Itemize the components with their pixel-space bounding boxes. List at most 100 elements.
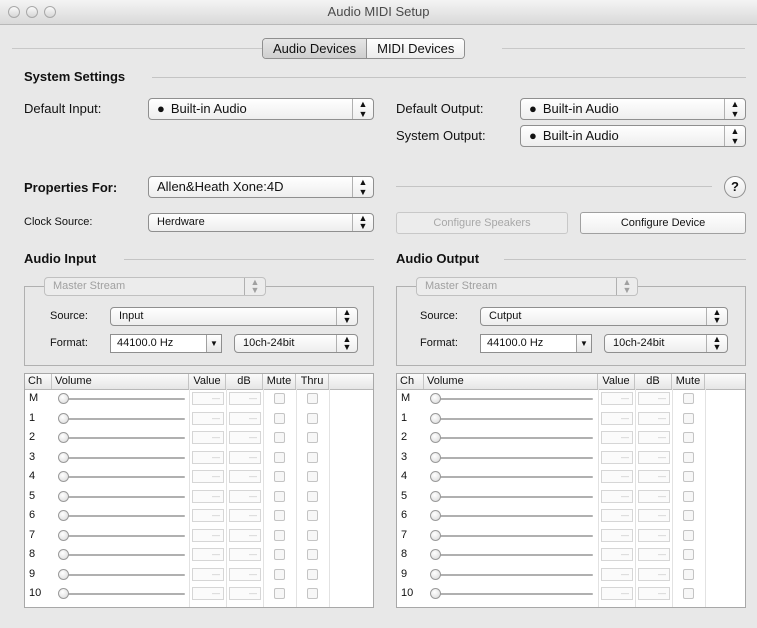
default-output-popup[interactable]: ● Built-in Audio ▲ ▼ <box>520 98 746 120</box>
tab-audio-devices[interactable]: Audio Devices <box>263 39 368 58</box>
volume-slider-track[interactable] <box>61 417 185 420</box>
volume-slider-knob[interactable] <box>58 490 69 502</box>
volume-slider-knob[interactable] <box>58 549 69 560</box>
configure-speakers-button[interactable]: Configure Speakers <box>396 212 568 234</box>
volume-slider-track[interactable] <box>433 573 593 576</box>
mute-checkbox[interactable] <box>683 529 694 541</box>
thru-checkbox[interactable] <box>307 588 318 599</box>
volume-slider-knob[interactable] <box>430 451 441 463</box>
thru-checkbox[interactable] <box>307 529 318 541</box>
output-bits-popup[interactable]: 10ch-24bit ▲ ▼ <box>604 334 728 353</box>
volume-slider-knob[interactable] <box>430 412 441 424</box>
value-field: — <box>601 411 633 425</box>
output-source-popup[interactable]: Cutput ▲ ▼ <box>480 307 728 326</box>
volume-slider-knob[interactable] <box>430 490 441 502</box>
default-input-popup[interactable]: ● Built-in Audio ▲ ▼ <box>148 98 374 120</box>
mute-checkbox[interactable] <box>683 568 694 580</box>
volume-slider-track[interactable] <box>433 495 593 498</box>
input-source-popup[interactable]: Input ▲ ▼ <box>110 307 358 326</box>
thru-checkbox[interactable] <box>307 432 318 443</box>
mute-checkbox[interactable] <box>683 471 694 482</box>
thru-checkbox[interactable] <box>307 451 318 463</box>
mute-checkbox[interactable] <box>683 549 694 560</box>
mute-checkbox[interactable] <box>274 490 285 502</box>
volume-slider-knob[interactable] <box>430 568 441 580</box>
mute-checkbox[interactable] <box>274 471 285 482</box>
mute-checkbox[interactable] <box>683 451 694 463</box>
volume-slider-track[interactable] <box>61 437 185 439</box>
configure-device-button[interactable]: Configure Device <box>580 212 746 234</box>
volume-slider-track[interactable] <box>61 495 185 498</box>
help-button[interactable]: ? <box>724 176 746 198</box>
volume-slider-track[interactable] <box>433 593 593 595</box>
volume-slider-knob[interactable] <box>430 549 441 560</box>
mute-checkbox[interactable] <box>274 451 285 463</box>
mute-checkbox[interactable] <box>274 393 285 404</box>
thru-checkbox[interactable] <box>307 490 318 502</box>
volume-slider-track[interactable] <box>61 476 185 478</box>
volume-slider-knob[interactable] <box>430 510 441 521</box>
mute-checkbox[interactable] <box>274 549 285 560</box>
clock-source-popup[interactable]: Herdware ▲ ▼ <box>148 213 374 232</box>
input-bits-popup[interactable]: 10ch-24bit ▲ ▼ <box>234 334 358 353</box>
volume-slider-track[interactable] <box>433 554 593 556</box>
mute-checkbox[interactable] <box>274 588 285 599</box>
system-output-popup[interactable]: ● Built-in Audio ▲ ▼ <box>520 125 746 147</box>
volume-slider-track[interactable] <box>61 515 185 517</box>
volume-slider-knob[interactable] <box>58 529 69 541</box>
volume-slider-track[interactable] <box>433 417 593 420</box>
volume-slider-track[interactable] <box>61 534 185 537</box>
thru-checkbox[interactable] <box>307 549 318 560</box>
volume-slider-track[interactable] <box>61 573 185 576</box>
volume-slider-knob[interactable] <box>58 510 69 521</box>
volume-slider-knob[interactable] <box>430 588 441 599</box>
mute-checkbox[interactable] <box>274 432 285 443</box>
input-rate-select[interactable]: 44100.0 Hz ▼ <box>110 334 222 353</box>
volume-slider-knob[interactable] <box>58 432 69 443</box>
volume-slider-track[interactable] <box>433 515 593 517</box>
output-stream-popup[interactable]: Master Stream ▲ ▼ <box>416 277 638 296</box>
mute-checkbox[interactable] <box>274 568 285 580</box>
volume-slider-track[interactable] <box>433 476 593 478</box>
volume-slider-track[interactable] <box>61 593 185 595</box>
mute-checkbox[interactable] <box>683 510 694 521</box>
mute-checkbox[interactable] <box>683 588 694 599</box>
thru-checkbox[interactable] <box>307 471 318 482</box>
volume-slider-knob[interactable] <box>58 412 69 424</box>
volume-slider-knob[interactable] <box>58 568 69 580</box>
input-table-header: Ch Volume Value dB Mute Thru <box>25 374 373 390</box>
tab-midi-devices[interactable]: MIDI Devices <box>367 39 465 58</box>
thru-checkbox[interactable] <box>307 510 318 521</box>
volume-slider-track[interactable] <box>433 437 593 439</box>
volume-slider-knob[interactable] <box>430 529 441 541</box>
mute-checkbox[interactable] <box>683 412 694 424</box>
volume-slider-track[interactable] <box>61 554 185 556</box>
tab-divider-right <box>502 48 745 49</box>
properties-device-popup[interactable]: Allen&Heath Xone:4D ▲ ▼ <box>148 176 374 198</box>
volume-slider-knob[interactable] <box>430 471 441 482</box>
up-down-arrows-icon: ▲ ▼ <box>244 278 265 295</box>
volume-slider-track[interactable] <box>433 456 593 459</box>
volume-slider-knob[interactable] <box>58 451 69 463</box>
mute-checkbox[interactable] <box>274 412 285 424</box>
volume-slider-track[interactable] <box>433 398 593 400</box>
output-rate-select[interactable]: 44100.0 Hz ▼ <box>480 334 592 353</box>
volume-slider-track[interactable] <box>61 398 185 400</box>
db-field: — <box>638 450 670 464</box>
input-stream-popup[interactable]: Master Stream ▲ ▼ <box>44 277 266 296</box>
thru-checkbox[interactable] <box>307 412 318 424</box>
volume-slider-knob[interactable] <box>58 471 69 482</box>
volume-slider-track[interactable] <box>433 534 593 537</box>
mute-checkbox[interactable] <box>274 529 285 541</box>
mute-checkbox[interactable] <box>274 510 285 521</box>
volume-slider-knob[interactable] <box>430 432 441 443</box>
volume-slider-track[interactable] <box>61 456 185 459</box>
mute-checkbox[interactable] <box>683 490 694 502</box>
volume-slider-knob[interactable] <box>430 393 441 404</box>
thru-checkbox[interactable] <box>307 568 318 580</box>
thru-checkbox[interactable] <box>307 393 318 404</box>
mute-checkbox[interactable] <box>683 432 694 443</box>
mute-checkbox[interactable] <box>683 393 694 404</box>
volume-slider-knob[interactable] <box>58 588 69 599</box>
volume-slider-knob[interactable] <box>58 393 69 404</box>
